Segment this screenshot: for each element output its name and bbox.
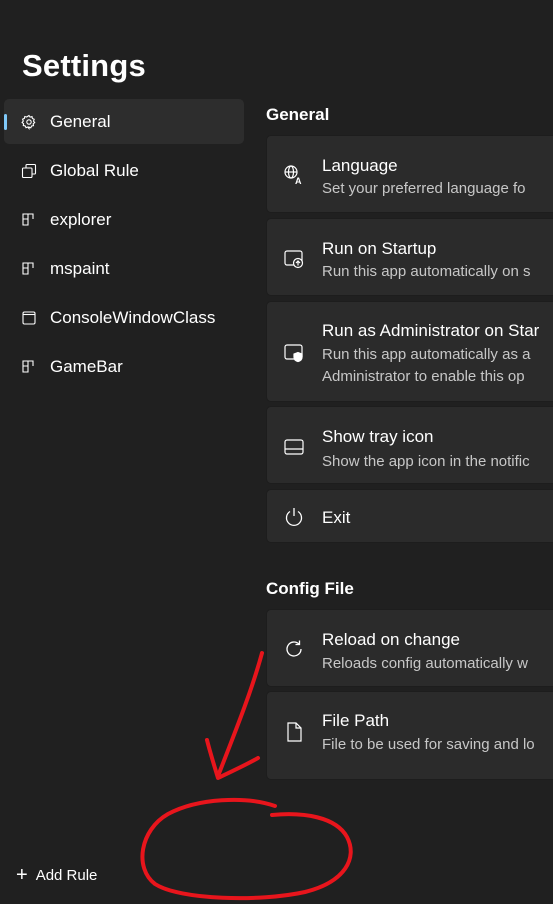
setting-card-reload-on-change[interactable]: Reload on change Reloads config automati… [266,609,553,687]
sidebar-item-mspaint[interactable]: mspaint [4,246,244,291]
add-rule-button[interactable]: + Add Rule [16,862,97,888]
tray-icon [283,436,305,458]
copy-windows-icon [20,162,38,180]
sidebar-item-label: ConsoleWindowClass [50,307,216,327]
setting-card-show-tray-icon[interactable]: Show tray icon Show the app icon in the … [266,406,553,484]
plus-icon: + [16,864,28,886]
sidebar-item-label: explorer [50,209,112,229]
sidebar-item-label: mspaint [50,258,110,278]
settings-content: General A Language Set your preferred la… [266,0,553,904]
setting-title: Run on Startup [322,239,437,258]
setting-title: Reload on change [322,630,461,649]
setting-card-run-on-startup[interactable]: Run on Startup Run this app automaticall… [266,218,553,296]
settings-window: Settings General Global Rule explorer ms… [0,0,553,904]
gear-icon [20,113,38,131]
app-window-icon [20,211,38,229]
sidebar-item-consolewindowclass[interactable]: ConsoleWindowClass [4,295,244,340]
setting-description: Run this app automatically as a [322,346,531,363]
section-title-config-file: Config File [266,579,354,598]
startup-icon [283,248,305,270]
add-rule-label: Add Rule [35,866,98,884]
setting-title: File Path [322,711,390,730]
setting-card-exit[interactable]: Exit [266,489,553,543]
sidebar-item-global-rule[interactable]: Global Rule [4,148,244,193]
setting-card-run-as-administrator[interactable]: Run as Administrator on Star Run this ap… [266,301,553,402]
power-icon [283,506,305,528]
document-icon [283,721,305,743]
sidebar-item-gamebar[interactable]: GameBar [4,344,244,389]
sidebar-item-label: Global Rule [50,160,139,180]
refresh-icon [283,638,305,660]
setting-description: Reloads config automatically w [322,655,528,672]
sidebar-nav: General Global Rule explorer mspaint Con… [4,99,244,393]
sidebar-item-label: General [50,111,111,131]
sidebar-item-explorer[interactable]: explorer [4,197,244,242]
app-window-icon [20,260,38,278]
admin-shield-icon [283,342,305,364]
window-icon [20,309,38,327]
setting-description: File to be used for saving and lo [322,736,535,753]
page-title: Settings [22,48,146,83]
sidebar-item-label: GameBar [50,356,123,376]
setting-card-language[interactable]: A Language Set your preferred language f… [266,135,553,213]
language-icon: A [283,164,305,186]
setting-card-file-path[interactable]: File Path File to be used for saving and… [266,691,553,780]
setting-title: Run as Administrator on Star [322,321,540,340]
setting-description: Set your preferred language fo [322,180,526,197]
app-window-icon [20,358,38,376]
setting-title: Show tray icon [322,427,434,446]
sidebar-item-general[interactable]: General [4,99,244,144]
setting-title: Exit [322,508,351,527]
setting-description: Show the app icon in the notific [322,453,530,470]
setting-title: Language [322,156,398,175]
section-title-general: General [266,105,330,124]
setting-description: Run this app automatically on s [322,263,531,280]
setting-description-line-2: Administrator to enable this op [322,368,525,385]
svg-text:A: A [295,176,302,186]
